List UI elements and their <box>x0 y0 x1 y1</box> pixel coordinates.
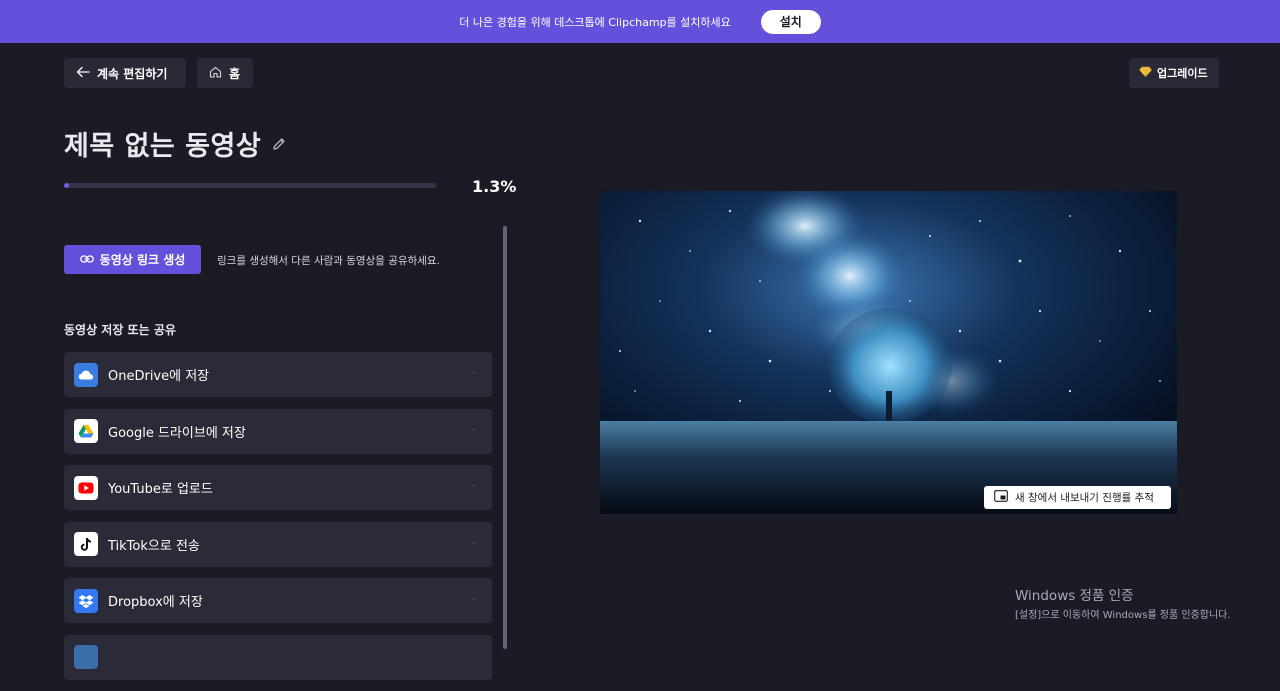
diamond-icon <box>1139 66 1152 80</box>
upgrade-button[interactable]: 업그레이드 <box>1129 58 1219 88</box>
pencil-icon[interactable] <box>271 128 287 159</box>
chevron-down-icon: ⌄ <box>470 480 478 490</box>
continue-editing-label: 계속 편집하기 <box>97 66 168 81</box>
home-icon <box>209 66 222 81</box>
export-progress-percent: 1.3% <box>472 177 517 196</box>
video-title-row: 제목 없는 동영상 <box>64 124 287 163</box>
video-preview <box>600 191 1177 514</box>
share-item-google-drive[interactable]: Google 드라이브에 저장 ⌄ <box>64 408 492 454</box>
onedrive-icon <box>74 362 98 387</box>
scrollbar[interactable] <box>503 226 507 649</box>
track-export-progress-label: 새 창에서 내보내기 진행률 추적 <box>1015 492 1154 504</box>
share-item-partial[interactable] <box>64 634 492 680</box>
arrow-left-icon <box>76 66 90 81</box>
export-progress-bar <box>64 183 436 188</box>
install-button[interactable]: 설치 <box>760 9 821 34</box>
video-title[interactable]: 제목 없는 동영상 <box>64 124 261 163</box>
windows-activation-watermark: Windows 정품 인증 [설정]으로 이동하여 Windows를 정품 인증… <box>1015 584 1231 621</box>
chevron-down-icon: ⌄ <box>470 423 478 434</box>
share-item-dropbox[interactable]: Dropbox에 저장 ⌄ <box>64 578 492 623</box>
create-video-link-label: 동영상 링크 생성 <box>99 253 186 267</box>
install-banner: 더 나은 경험을 위해 데스크톱에 Clipchamp를 설치하세요 설치 <box>0 0 1280 43</box>
link-description: 링크를 생성해서 다른 사람과 동영상을 공유하세요. <box>217 255 440 267</box>
new-window-icon <box>994 490 1008 505</box>
youtube-icon <box>74 475 98 500</box>
google-drive-icon <box>74 419 98 443</box>
share-options-list: OneDrive에 저장 ⌄ Google 드라이브에 저장 ⌄ YouTube… <box>64 352 492 691</box>
home-button[interactable]: 홈 <box>197 58 253 88</box>
share-item-label: Google 드라이브에 저장 <box>108 425 246 441</box>
chevron-down-icon: ⌄ <box>470 536 478 547</box>
dropbox-icon <box>74 588 98 613</box>
video-thumbnail-image <box>600 191 1177 514</box>
share-item-onedrive[interactable]: OneDrive에 저장 ⌄ <box>64 352 492 397</box>
upgrade-label: 업그레이드 <box>1157 67 1208 80</box>
watermark-line1: Windows 정품 인증 <box>1015 588 1134 604</box>
watermark-line2: [설정]으로 이동하여 Windows를 정품 인증합니다. <box>1015 610 1231 621</box>
share-section-title: 동영상 저장 또는 공유 <box>64 323 176 337</box>
home-label: 홈 <box>229 66 241 81</box>
share-item-label: OneDrive에 저장 <box>108 369 210 384</box>
share-item-youtube[interactable]: YouTube로 업로드 ⌄ <box>64 465 492 510</box>
continue-editing-button[interactable]: 계속 편집하기 <box>64 58 186 88</box>
share-item-label: TikTok으로 전송 <box>108 538 200 554</box>
create-video-link-button[interactable]: 동영상 링크 생성 <box>64 245 201 274</box>
export-progress-fill <box>64 183 69 188</box>
share-item-tiktok[interactable]: TikTok으로 전송 ⌄ <box>64 521 492 567</box>
tiktok-icon <box>74 532 98 556</box>
chevron-down-icon: ⌄ <box>470 367 478 377</box>
share-item-label: Dropbox에 저장 <box>108 595 203 610</box>
chevron-down-icon: ⌄ <box>470 593 478 603</box>
banner-text: 더 나은 경험을 위해 데스크톱에 Clipchamp를 설치하세요 <box>459 15 731 29</box>
share-item-label: YouTube로 업로드 <box>108 482 213 497</box>
track-export-progress-button[interactable]: 새 창에서 내보내기 진행률 추적 <box>984 486 1171 509</box>
link-icon <box>79 253 94 267</box>
